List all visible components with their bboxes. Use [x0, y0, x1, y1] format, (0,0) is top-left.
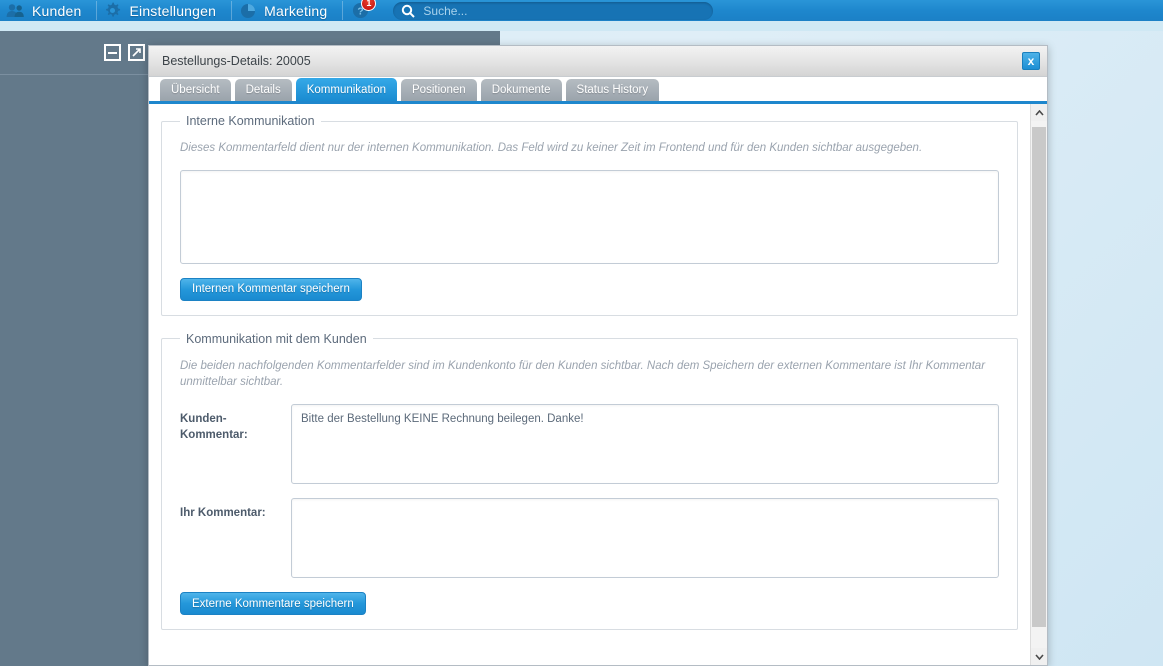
dialog-body: Interne Kommunikation Dieses Kommentarfe… — [149, 104, 1047, 665]
save-external-comments-button[interactable]: Externe Kommentare speichern — [180, 592, 366, 616]
order-details-dialog: Bestellungs-Details: 20005 x Übersicht D… — [148, 45, 1048, 666]
nav-item-einstellungen-label: Einstellungen — [129, 2, 217, 19]
gear-icon — [103, 1, 122, 20]
communication-panel: Interne Kommunikation Dieses Kommentarfe… — [149, 104, 1030, 665]
internal-communication-note: Dieses Kommentarfeld dient nur der inter… — [180, 142, 923, 154]
nav-item-kunden-label: Kunden — [32, 2, 82, 19]
nav-item-einstellungen[interactable]: Einstellungen — [97, 0, 233, 21]
customer-comment-label: Kunden- Kommentar: — [180, 404, 291, 443]
nav-item-marketing-label: Marketing — [264, 2, 328, 19]
tab-uebersicht[interactable]: Übersicht — [160, 79, 231, 101]
customer-comment-label-text: Kunden- Kommentar: — [180, 413, 248, 441]
save-internal-comment-button[interactable]: Internen Kommentar speichern — [180, 277, 362, 301]
scrollbar-track[interactable] — [1031, 121, 1047, 648]
own-comment-control — [291, 498, 999, 579]
search-input[interactable] — [421, 2, 706, 19]
minimize-icon[interactable] — [104, 44, 121, 61]
top-navigation-bar: Kunden Einstellungen Marketing ? 1 Suche… — [0, 0, 1163, 21]
close-icon[interactable]: x — [1022, 52, 1040, 70]
pie-chart-icon — [238, 1, 257, 20]
dialog-title: Bestellungs-Details: 20005 — [162, 54, 311, 68]
dialog-scrollbar[interactable] — [1030, 104, 1047, 665]
tab-details[interactable]: Details — [234, 79, 292, 101]
scrollbar-thumb[interactable] — [1032, 127, 1046, 627]
tab-dokumente[interactable]: Dokumente — [480, 79, 562, 101]
tab-status-history[interactable]: Status History — [565, 79, 660, 101]
own-comment-label: Ihr Kommentar: — [180, 507, 266, 520]
dialog-titlebar: Bestellungs-Details: 20005 x — [149, 46, 1047, 77]
customer-communication-note: Die beiden nachfolgenden Kommentarfelder… — [180, 359, 986, 389]
customer-comment-textarea[interactable] — [291, 404, 999, 485]
dialog-tab-strip: Übersicht Details Kommunikation Position… — [149, 77, 1047, 104]
chevron-up-icon[interactable] — [1031, 104, 1047, 121]
search-icon — [401, 4, 416, 18]
customer-communication-legend: Kommunikation mit dem Kunden — [186, 331, 367, 346]
customer-communication-section: Kommunikation mit dem Kunden Die beiden … — [161, 331, 1018, 631]
users-icon — [6, 1, 25, 20]
nav-underline-band — [0, 21, 1163, 31]
nav-item-marketing[interactable]: Marketing — [232, 0, 344, 21]
own-comment-textarea[interactable] — [291, 498, 999, 579]
search-box[interactable] — [393, 1, 714, 20]
help-button[interactable]: ? 1 — [343, 0, 387, 20]
tab-kommunikation[interactable]: Kommunikation — [295, 78, 397, 101]
customer-comment-row: Kunden- Kommentar: — [180, 404, 999, 485]
internal-communication-section: Interne Kommunikation Dieses Kommentarfe… — [161, 114, 1018, 316]
nav-item-kunden[interactable]: Kunden — [0, 0, 98, 21]
help-notification-badge: 1 — [361, 0, 377, 11]
chevron-down-icon[interactable] — [1031, 648, 1047, 665]
customer-comment-control — [291, 404, 999, 485]
expand-icon[interactable] — [128, 44, 145, 61]
tab-positionen[interactable]: Positionen — [401, 79, 477, 101]
internal-comment-textarea[interactable] — [180, 169, 999, 264]
internal-communication-legend: Interne Kommunikation — [186, 114, 315, 128]
own-comment-row: Ihr Kommentar: — [180, 498, 999, 579]
